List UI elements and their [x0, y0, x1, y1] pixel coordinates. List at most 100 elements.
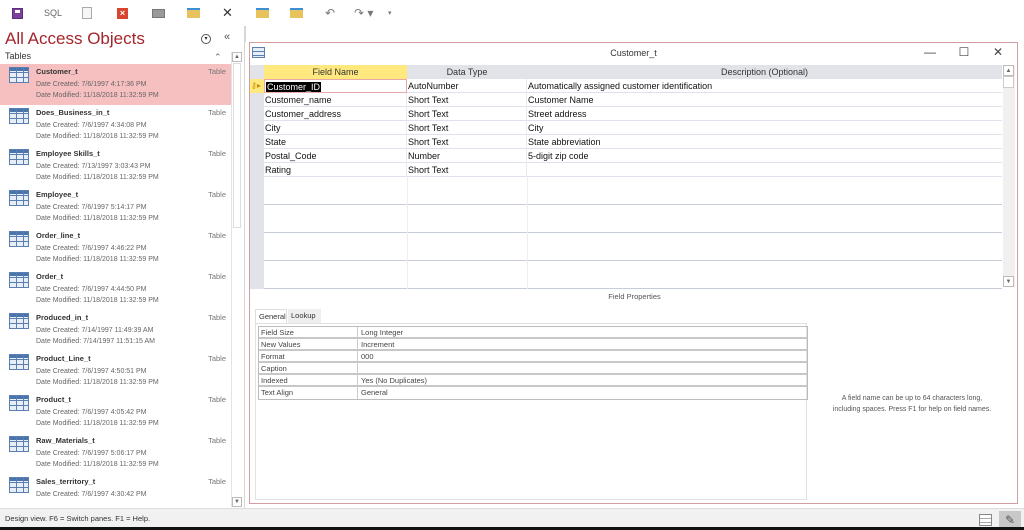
document-button[interactable]	[82, 6, 92, 20]
empty-field-row[interactable]	[250, 261, 1002, 289]
property-value[interactable]: Increment	[357, 339, 809, 351]
scroll-up-icon[interactable]: ▲	[1003, 65, 1014, 76]
close-button[interactable]: ✕	[988, 45, 1008, 59]
row-selector[interactable]	[250, 121, 264, 135]
field-name-cell[interactable]: Customer_ID	[264, 79, 407, 93]
property-row[interactable]: Field Size Long Integer	[259, 327, 807, 339]
folder-button-3[interactable]	[290, 6, 303, 20]
scroll-down-icon[interactable]: ▼	[232, 497, 242, 507]
row-selector[interactable]	[250, 149, 264, 163]
tab-general[interactable]: General	[255, 309, 287, 323]
scroll-thumb[interactable]	[233, 63, 241, 228]
nav-item[interactable]: Raw_Materials_t Table Date Created: 7/6/19…	[0, 433, 231, 474]
property-value[interactable]: General	[357, 387, 809, 399]
data-type-cell[interactable]: Short Text	[407, 135, 527, 149]
data-type-cell[interactable]: Number	[407, 149, 527, 163]
grid-scrollbar[interactable]: ▲ ▼	[1003, 65, 1015, 287]
row-selector[interactable]	[250, 163, 264, 177]
row-selector[interactable]	[250, 205, 264, 233]
scroll-thumb[interactable]	[1003, 76, 1014, 88]
scroll-down-icon[interactable]: ▼	[1003, 276, 1014, 287]
nav-item[interactable]: Produced_in_t Table Date Created: 7/14/199…	[0, 310, 231, 351]
field-row[interactable]: State Short Text State abbreviation	[250, 135, 1002, 149]
row-selector[interactable]	[250, 177, 264, 205]
property-value[interactable]	[357, 363, 809, 375]
table-icon	[9, 190, 29, 206]
nav-menu-icon[interactable]: ▾	[201, 34, 211, 44]
field-row[interactable]: Rating Short Text	[250, 163, 1002, 177]
nav-item[interactable]: Customer_t Table Date Created: 7/6/1997 4:…	[0, 64, 231, 105]
property-row[interactable]: Indexed Yes (No Duplicates)	[259, 375, 807, 387]
group-collapse-icon[interactable]: ⌃	[214, 52, 222, 63]
nav-scrollbar[interactable]: ▲ ▼	[231, 52, 242, 507]
data-type-cell[interactable]: Short Text	[407, 121, 527, 135]
empty-field-row[interactable]	[250, 205, 1002, 233]
field-name-cell[interactable]: State	[264, 135, 407, 149]
customize-toolbar-button[interactable]: ▾	[388, 6, 392, 20]
select-all-corner[interactable]	[250, 65, 264, 79]
field-name-cell[interactable]: Rating	[264, 163, 407, 177]
nav-item[interactable]: Sales_territory_t Table Date Created: 7/6/…	[0, 474, 231, 504]
nav-pane-title[interactable]: All Access Objects	[5, 29, 145, 49]
data-type-cell[interactable]: Short Text	[407, 93, 527, 107]
empty-field-row[interactable]	[250, 177, 1002, 205]
close-object-button[interactable]: ×	[117, 6, 128, 20]
nav-group-tables[interactable]: Tables	[5, 51, 31, 61]
row-selector[interactable]	[250, 233, 264, 261]
nav-item-name: Product_t	[36, 395, 72, 404]
nav-item[interactable]: Product_Line_t Table Date Created: 7/6/199…	[0, 351, 231, 392]
field-row[interactable]: ⚷▸ Customer_ID AutoNumber Automatically ass…	[250, 79, 1002, 93]
shutter-bar-collapse-icon[interactable]: «	[224, 31, 230, 43]
field-row[interactable]: City Short Text City	[250, 121, 1002, 135]
property-row[interactable]: Caption	[259, 363, 807, 375]
property-row[interactable]: Format 000	[259, 351, 807, 363]
window-button[interactable]	[152, 6, 165, 20]
nav-item-type: Table	[208, 395, 226, 404]
nav-item[interactable]: Employee Skills_t Table Date Created: 7/13…	[0, 146, 231, 187]
field-name-cell[interactable]: City	[264, 121, 407, 135]
data-type-cell[interactable]: Short Text	[407, 107, 527, 121]
property-row[interactable]: New Values Increment	[259, 339, 807, 351]
row-selector[interactable]	[250, 261, 264, 289]
tab-lookup[interactable]: Lookup	[288, 309, 321, 323]
description-cell[interactable]: City	[527, 121, 1002, 135]
maximize-button[interactable]: ☐	[954, 45, 974, 59]
nav-item[interactable]: Does_Business_in_t Table Date Created: 7/6…	[0, 105, 231, 146]
delete-button[interactable]: ✕	[222, 5, 233, 20]
nav-item[interactable]: Employee_t Table Date Created: 7/6/1997 5:…	[0, 187, 231, 228]
new-folder-button[interactable]	[187, 6, 200, 20]
row-selector[interactable]	[250, 107, 264, 121]
row-selector[interactable]	[250, 93, 264, 107]
sql-button[interactable]: SQL	[44, 6, 62, 20]
row-selector[interactable]	[250, 135, 264, 149]
nav-item[interactable]: Order_t Table Date Created: 7/6/1997 4:44:…	[0, 269, 231, 310]
description-cell[interactable]: Automatically assigned customer identifi…	[527, 79, 1002, 93]
nav-item[interactable]: Product_t Table Date Created: 7/6/1997 4:0…	[0, 392, 231, 433]
property-value[interactable]: Yes (No Duplicates)	[357, 375, 809, 387]
property-value[interactable]: Long Integer	[357, 327, 809, 339]
field-name-cell[interactable]: Customer_name	[264, 93, 407, 107]
field-row[interactable]: Customer_address Short Text Street address	[250, 107, 1002, 121]
nav-item[interactable]: Order_line_t Table Date Created: 7/6/1997 …	[0, 228, 231, 269]
field-name-cell[interactable]: Postal_Code	[264, 149, 407, 163]
description-cell[interactable]: Street address	[527, 107, 1002, 121]
primary-key-icon[interactable]: ⚷▸	[250, 79, 264, 93]
field-row[interactable]: Postal_Code Number 5-digit zip code	[250, 149, 1002, 163]
field-row[interactable]: Customer_name Short Text Customer Name	[250, 93, 1002, 107]
empty-field-row[interactable]	[250, 233, 1002, 261]
property-value[interactable]: 000	[357, 351, 809, 363]
field-name-cell[interactable]: Customer_address	[264, 107, 407, 121]
description-cell[interactable]: 5-digit zip code	[527, 149, 1002, 163]
description-cell[interactable]	[527, 163, 1002, 177]
folder-button-2[interactable]	[256, 6, 269, 20]
undo-button[interactable]: ↶	[325, 6, 335, 20]
data-type-cell[interactable]: Short Text	[407, 163, 527, 177]
save-button[interactable]	[12, 6, 23, 20]
property-row[interactable]: Text Align General	[259, 387, 807, 399]
data-type-cell[interactable]: AutoNumber	[407, 79, 527, 93]
minimize-button[interactable]: —	[920, 45, 940, 59]
description-cell[interactable]: State abbreviation	[527, 135, 1002, 149]
redo-button[interactable]: ↷ ▾	[354, 6, 373, 20]
scroll-up-icon[interactable]: ▲	[232, 52, 242, 62]
description-cell[interactable]: Customer Name	[527, 93, 1002, 107]
